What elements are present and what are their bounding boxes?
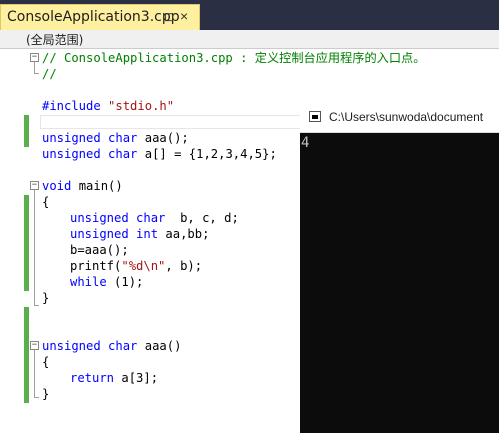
document-tab-bar: ConsoleApplication3.cpp ⊡ × <box>0 0 499 30</box>
code-line: unsigned char aaa(); <box>42 130 189 146</box>
change-marker <box>24 115 29 147</box>
code-text: b, c, d; <box>165 211 239 225</box>
current-line-highlight <box>40 115 310 129</box>
console-app-icon <box>309 111 321 122</box>
code-text: a[] = {1,2,3,4,5}; <box>137 147 277 161</box>
console-title: C:\Users\sunwoda\document <box>329 110 484 124</box>
keyword: int <box>136 227 159 241</box>
code-line: unsigned char aaa() <box>42 338 181 354</box>
code-line: unsigned int aa,bb; <box>70 226 209 242</box>
code-text: { <box>42 355 50 369</box>
fold-guide <box>34 190 35 305</box>
code-text: a[3]; <box>114 371 159 385</box>
fold-guide-end <box>34 397 39 398</box>
code-line: printf("%d\n", b); <box>70 258 202 274</box>
string-literal: "%d\n" <box>121 259 166 273</box>
pin-icon[interactable]: ⊡ <box>164 10 174 24</box>
code-line: while (1); <box>70 274 143 290</box>
code-text: main() <box>71 179 123 193</box>
code-line: // <box>42 66 57 82</box>
code-text: printf( <box>70 259 122 273</box>
comment: // <box>42 67 57 81</box>
code-text: aa,bb; <box>158 227 210 241</box>
code-line: // ConsoleApplication3.cpp : 定义控制台应用程序的入… <box>42 50 425 66</box>
tab-consoleapplication3-cpp[interactable]: ConsoleApplication3.cpp ⊡ × <box>0 4 200 30</box>
keyword: unsigned <box>70 227 129 241</box>
code-text: aaa() <box>137 339 182 353</box>
code-line: unsigned char a[] = {1,2,3,4,5}; <box>42 146 277 162</box>
code-text: } <box>42 387 50 401</box>
navigation-bar: (全局范围) <box>0 30 499 49</box>
code-text: aaa(); <box>137 131 189 145</box>
code-text: { <box>42 195 50 209</box>
close-icon[interactable]: × <box>180 8 188 24</box>
fold-guide-end <box>34 305 39 306</box>
fold-guide-end <box>34 73 39 74</box>
collapse-icon[interactable]: − <box>30 181 39 190</box>
keyword: char <box>108 131 138 145</box>
console-title-bar[interactable]: C:\Users\sunwoda\document <box>300 103 499 133</box>
keyword: unsigned <box>42 131 101 145</box>
change-marker <box>24 307 29 403</box>
collapse-icon[interactable]: − <box>30 341 39 350</box>
code-text: , b); <box>165 259 203 273</box>
keyword: void <box>42 179 72 193</box>
code-text: } <box>42 291 50 305</box>
keyword: unsigned <box>42 147 101 161</box>
string-literal: "stdio.h" <box>108 99 175 113</box>
fold-guide <box>34 350 35 397</box>
keyword: while <box>70 275 107 289</box>
code-line: unsigned char b, c, d; <box>70 210 239 226</box>
keyword: char <box>108 339 138 353</box>
code-line: { <box>42 354 49 370</box>
keyword: char <box>136 211 166 225</box>
code-line: { <box>42 194 49 210</box>
change-marker <box>24 195 29 291</box>
keyword: unsigned <box>42 339 101 353</box>
code-line: return a[3]; <box>70 370 158 386</box>
code-line: b=aaa(); <box>70 242 129 258</box>
preprocessor-directive: #include <box>42 99 109 113</box>
code-line: } <box>42 290 49 306</box>
code-line: #include "stdio.h" <box>42 98 174 114</box>
code-text: b=aaa(); <box>70 243 129 257</box>
code-line: void main() <box>42 178 123 194</box>
collapse-icon[interactable]: − <box>30 53 39 62</box>
keyword: char <box>108 147 138 161</box>
code-line: } <box>42 386 49 402</box>
keyword: return <box>70 371 115 385</box>
comment: // ConsoleApplication3.cpp : 定义控制台应用程序的入… <box>42 51 426 65</box>
code-text: (1); <box>106 275 144 289</box>
keyword: unsigned <box>70 211 129 225</box>
console-window[interactable]: C:\Users\sunwoda\document 4 <box>300 103 499 433</box>
tab-title: ConsoleApplication3.cpp <box>7 9 180 25</box>
scope-dropdown[interactable]: (全局范围) <box>26 31 83 48</box>
console-output: 4 <box>301 135 310 151</box>
